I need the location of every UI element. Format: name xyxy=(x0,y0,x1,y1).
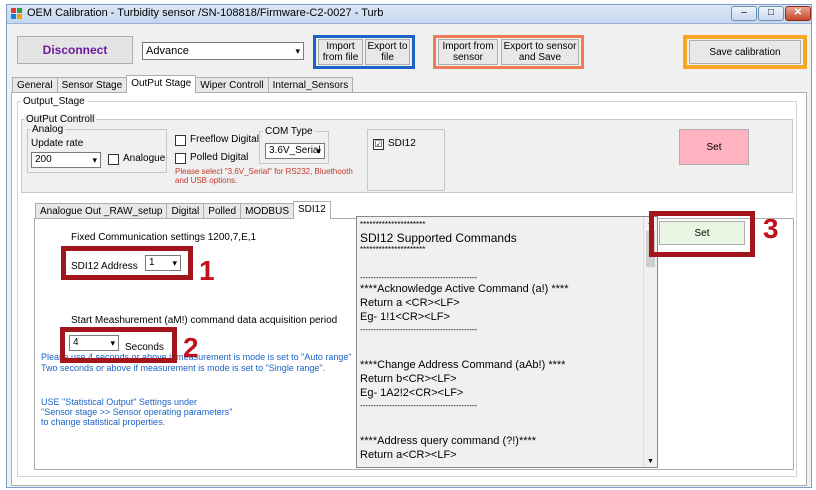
app-icon xyxy=(11,8,22,19)
mode-select[interactable]: Advance ▾ xyxy=(142,42,304,60)
commands-line: Eg- 1!1<CR><LF> xyxy=(360,311,450,323)
commands-line: Eg- 1A2!2<CR><LF> xyxy=(360,387,464,399)
mode-select-value: Advance xyxy=(146,45,189,57)
commands-line: ****Address query command (?!)**** xyxy=(360,435,537,447)
freeflow-digital-checkbox[interactable] xyxy=(175,135,186,146)
sdi12-label: SDI12 xyxy=(388,138,416,149)
callout-box-3 xyxy=(649,211,755,257)
callout-box-2 xyxy=(60,327,177,363)
import-from-sensor-button[interactable]: Import from sensor xyxy=(438,39,498,65)
statistical-info-line2: "Sensor stage >> Sensor operating parame… xyxy=(41,407,233,417)
commands-line: ----------------------------------------… xyxy=(360,401,478,410)
disconnect-button[interactable]: Disconnect xyxy=(17,36,133,64)
commands-line: ********************* xyxy=(360,220,426,229)
tab-output-stage[interactable]: OutPut Stage xyxy=(126,75,197,93)
polled-digital-checkbox[interactable] xyxy=(175,153,186,164)
commands-line: Return b<CR><LF> xyxy=(360,373,457,385)
maximize-button[interactable]: □ xyxy=(758,6,784,21)
polled-digital-label: Polled Digital xyxy=(190,152,249,163)
tab-wiper-controll[interactable]: Wiper Controll xyxy=(195,77,269,93)
update-rate-select[interactable]: 200 ▾ xyxy=(31,152,101,168)
callout-number-1: 1 xyxy=(199,255,215,286)
chevron-down-icon: ▾ xyxy=(295,46,300,56)
main-tabs: General Sensor Stage OutPut Stage Wiper … xyxy=(12,75,354,93)
single-range-info: Two seconds or above if measurement is m… xyxy=(41,363,326,373)
update-rate-value: 200 xyxy=(35,154,52,165)
tab-sensor-stage[interactable]: Sensor Stage xyxy=(56,77,128,93)
com-type-note: Please select "3.6V_Serial" for RS232, B… xyxy=(175,167,353,185)
commands-line: Return a <CR><LF> xyxy=(360,297,460,309)
measurement-period-label: Start Meashurement (aM!) command data ac… xyxy=(71,315,338,326)
sub-tabs: Analogue Out _RAW_setup Digital Polled M… xyxy=(35,201,331,219)
analog-title: Analog xyxy=(30,124,66,135)
chevron-down-icon: ▾ xyxy=(92,155,97,165)
com-type-select[interactable]: 3.6V_Serial ▾ xyxy=(265,143,325,159)
tab-sdi12[interactable]: SDI12 xyxy=(293,201,331,219)
freeflow-digital-label: Freeflow Digital xyxy=(190,134,259,145)
commands-line: ****Change Address Command (aAb!) **** xyxy=(360,359,566,371)
export-to-file-button[interactable]: Export to file xyxy=(365,39,410,65)
sdi12-commands-textbox[interactable]: ********************* SDI12 Supported Co… xyxy=(356,216,658,468)
save-calibration-button[interactable]: Save calibration xyxy=(689,40,801,64)
output-set-button[interactable]: Set xyxy=(679,129,749,165)
export-to-sensor-button[interactable]: Export to sensor and Save xyxy=(501,39,579,65)
commands-heading: SDI12 Supported Commands xyxy=(360,231,517,245)
main-window: OEM Calibration - Turbidity sensor /SN-1… xyxy=(6,4,812,488)
statistical-info-line3: to change statistical properties. xyxy=(41,417,166,427)
sdi12-checkbox[interactable]: ☑ xyxy=(373,139,384,150)
callout-number-3: 3 xyxy=(763,213,779,244)
statistical-info-line1: USE "Statistical Output" Settings under xyxy=(41,397,197,407)
commands-line: ----------------------------------------… xyxy=(360,325,478,334)
scroll-down-icon[interactable]: ▼ xyxy=(647,458,654,465)
commands-line: ----------------------------------------… xyxy=(360,273,478,282)
window-title: OEM Calibration - Turbidity sensor /SN-1… xyxy=(27,7,384,19)
title-bar: OEM Calibration - Turbidity sensor /SN-1… xyxy=(7,5,811,24)
chevron-down-icon: ▾ xyxy=(316,146,321,156)
callout-number-2: 2 xyxy=(183,332,199,363)
tab-polled[interactable]: Polled xyxy=(203,203,242,219)
analogue-checkbox[interactable] xyxy=(108,154,119,165)
fixed-settings-label: Fixed Communication settings 1200,7,E,1 xyxy=(71,232,257,243)
commands-line: ********************* xyxy=(360,245,426,254)
com-type-value: 3.6V_Serial xyxy=(269,145,321,156)
callout-box-1 xyxy=(61,246,193,280)
tab-analogue-out-raw-setup[interactable]: Analogue Out _RAW_setup xyxy=(35,203,168,219)
import-from-file-button[interactable]: Import from file xyxy=(318,39,363,65)
close-button[interactable]: ✕ xyxy=(785,6,811,21)
tab-internal-sensors[interactable]: Internal_Sensors xyxy=(267,77,354,93)
tab-modbus[interactable]: MODBUS xyxy=(240,203,294,219)
minimize-button[interactable]: – xyxy=(731,6,757,21)
output-stage-title: Output_Stage xyxy=(21,96,87,107)
tab-general[interactable]: General xyxy=(12,77,58,93)
com-type-title: COM Type xyxy=(263,126,315,137)
commands-line: ****Acknowledge Active Command (a!) **** xyxy=(360,283,569,295)
update-rate-label: Update rate xyxy=(31,138,84,149)
tab-digital[interactable]: Digital xyxy=(166,203,205,219)
commands-line: Return a<CR><LF> xyxy=(360,449,457,461)
analogue-label: Analogue xyxy=(123,153,166,164)
